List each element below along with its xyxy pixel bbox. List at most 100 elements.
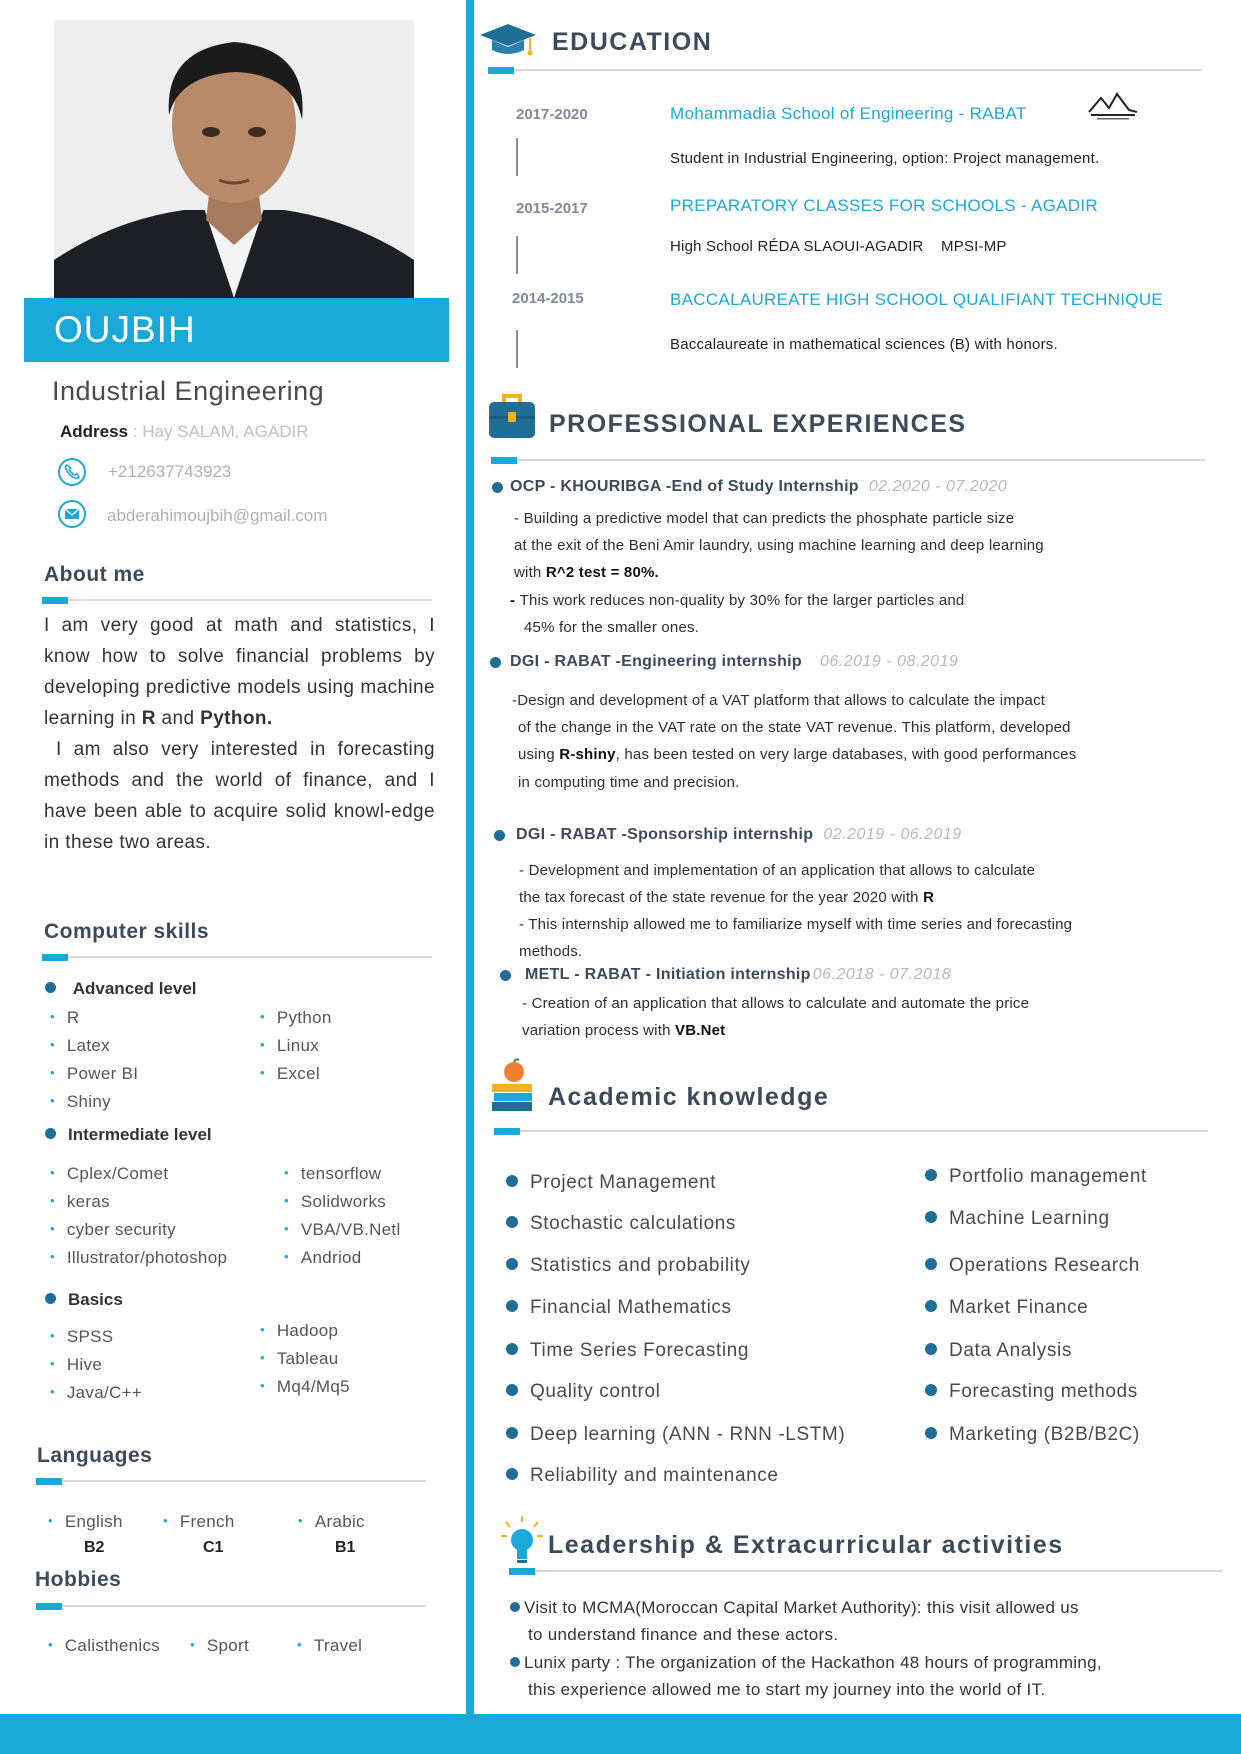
experience-line: - Building a predictive model that can p… (514, 510, 1015, 527)
skill-item: • Shiny (50, 1092, 111, 1111)
basics-level-label: Basics (45, 1290, 123, 1310)
languages-divider (36, 1480, 426, 1482)
academic-item: Reliability and maintenance (506, 1465, 779, 1487)
experience-bullet (492, 482, 503, 493)
skill-item: • cyber security (50, 1220, 176, 1239)
phone-icon (58, 458, 86, 486)
experiences-accent (491, 457, 517, 464)
skill-item: • Tableau (260, 1349, 339, 1368)
education-description: Baccalaureate in mathematical sciences (… (670, 336, 1058, 353)
experience-line: methods. (519, 943, 583, 960)
skills-title: Computer skills (44, 920, 210, 943)
profile-role: Industrial Engineering (52, 376, 325, 406)
language-level: C1 (203, 1539, 224, 1556)
experience-line: with R^2 test = 80%. (514, 564, 659, 581)
skill-item: • Java/C++ (50, 1383, 143, 1402)
academic-item: Project Management (506, 1172, 716, 1194)
experience-line: of the change in the VAT rate on the sta… (518, 719, 1071, 736)
academic-item: Financial Mathematics (506, 1297, 732, 1319)
languages-title: Languages (37, 1444, 153, 1467)
experience-bullet (494, 830, 505, 841)
experience-line: in computing time and precision. (518, 774, 740, 791)
about-text: I am very good at math and statistics, I… (44, 615, 436, 853)
graduation-cap-icon (478, 22, 538, 63)
experiences-title: PROFESSIONAL EXPERIENCES (549, 410, 967, 438)
education-description: Student in Industrial Engineering, optio… (670, 150, 1100, 167)
education-school: BACCALAUREATE HIGH SCHOOL QUALIFIANT TEC… (670, 290, 1164, 309)
skill-item: • Solidworks (284, 1192, 387, 1211)
skills-divider (42, 956, 432, 958)
experience-line: -Design and development of a VAT platfor… (512, 692, 1046, 709)
education-school: Mohammadia School of Engineering - RABAT (670, 104, 1027, 123)
academic-item: Operations Research (925, 1255, 1140, 1277)
experience-title: METL - RABAT - Initiation internship 06.2… (525, 966, 952, 983)
education-years: 2014-2015 (512, 290, 584, 307)
academic-item: Portfolio management (925, 1166, 1147, 1188)
skill-item: • VBA/VB.Netl (284, 1220, 401, 1239)
experience-line: 45% for the smaller ones. (524, 619, 700, 636)
skill-item: • Excel (260, 1064, 320, 1083)
about-title: About me (44, 563, 145, 586)
experience-line: the tax forecast of the state revenue fo… (519, 889, 935, 906)
academic-title: Academic knowledge (548, 1083, 830, 1111)
education-description: High School RÉDA SLAOUI-AGADIR MPSI-MP (670, 238, 1007, 255)
experience-line: at the exit of the Beni Amir laundry, us… (514, 537, 1044, 554)
skill-item: • Latex (50, 1036, 110, 1055)
experience-bullet (500, 970, 511, 981)
advanced-level-label: Advanced level (45, 979, 197, 999)
experience-line: variation process with VB.Net (522, 1022, 726, 1039)
education-title: EDUCATION (552, 28, 713, 56)
education-school: PREPARATORY CLASSES FOR SCHOOLS - AGADIR (670, 196, 1098, 215)
education-years: 2015-2017 (516, 200, 588, 217)
education-accent (488, 67, 514, 74)
experience-line: - This internship allowed me to familiar… (519, 916, 1073, 933)
profile-name: OUJBIH ABDERRAHIM (24, 298, 449, 414)
experience-title: DGI - RABAT -Engineering internship 06.20… (510, 653, 959, 670)
books-apple-icon (490, 1058, 536, 1119)
experiences-divider (491, 459, 1205, 461)
address: Address : Hay SALAM, AGADIR (60, 422, 309, 442)
timeline-tick (516, 236, 518, 274)
phone-number[interactable]: +212637743923 (108, 462, 231, 482)
lightbulb-icon (500, 1514, 544, 1573)
language-item: • French (163, 1512, 235, 1531)
timeline-tick (516, 138, 518, 176)
skill-item: • Cplex/Comet (50, 1164, 169, 1183)
address-value: : Hay SALAM, AGADIR (132, 422, 309, 441)
academic-item: Forecasting methods (925, 1381, 1138, 1403)
experience-line: using R-shiny, has been tested on very l… (518, 746, 1077, 763)
skill-item: • Power BI (50, 1064, 139, 1083)
language-item: • Arabic (298, 1512, 365, 1531)
academic-item: Deep learning (ANN - RNN -LSTM) (506, 1424, 845, 1446)
about-accent (42, 597, 68, 604)
leadership-title: Leadership & Extracurricular activities (548, 1531, 1064, 1559)
language-level: B2 (84, 1539, 105, 1556)
skill-item: • SPSS (50, 1327, 114, 1346)
academic-item: Quality control (506, 1381, 660, 1403)
education-years: 2017-2020 (516, 106, 588, 123)
footer-bar (0, 1714, 1241, 1754)
column-divider (466, 0, 474, 1714)
skill-item: • Linux (260, 1036, 319, 1055)
education-divider (488, 69, 1202, 71)
skill-item: • Mq4/Mq5 (260, 1377, 350, 1396)
languages-accent (36, 1478, 62, 1485)
language-level: B1 (335, 1539, 356, 1556)
hobbies-accent (36, 1603, 62, 1610)
email-address[interactable]: abderahimoujbih@gmail.com (107, 506, 327, 526)
leadership-accent (509, 1568, 535, 1575)
briefcase-icon (488, 394, 536, 445)
hobby-item: • Calisthenics (48, 1636, 161, 1655)
experience-line: - Creation of an application that allows… (522, 995, 1030, 1012)
activity-item: Visit to MCMA(Moroccan Capital Market Au… (510, 1594, 1079, 1648)
profile-photo (54, 20, 414, 298)
activity-item: Lunix party : The organization of the Ha… (510, 1649, 1102, 1703)
experience-title: DGI - RABAT -Sponsorship internship 02.20… (516, 826, 962, 843)
language-item: • English (48, 1512, 123, 1531)
skills-accent (42, 954, 68, 961)
hobbies-divider (36, 1605, 426, 1607)
academic-item: Data Analysis (925, 1340, 1072, 1362)
academic-item: Time Series Forecasting (506, 1340, 749, 1362)
experience-line: - Development and implementation of an a… (519, 862, 1036, 879)
intermediate-level-label: Intermediate level (45, 1125, 212, 1145)
